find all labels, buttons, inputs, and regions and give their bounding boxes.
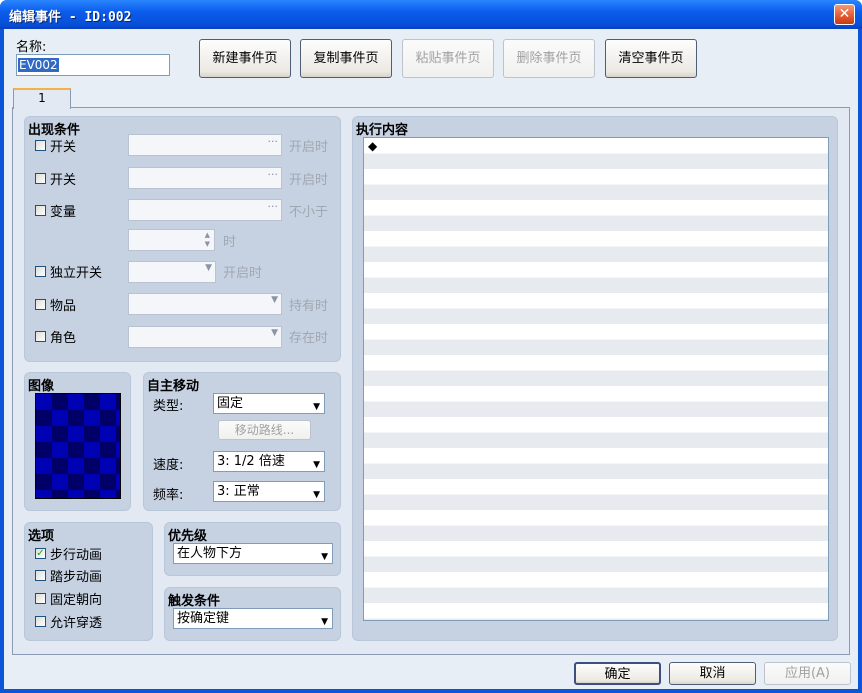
- actor-suffix: 存在时: [289, 331, 329, 346]
- switch1-checkbox[interactable]: [35, 140, 46, 151]
- move-speed-label: 速度:: [153, 458, 184, 473]
- self-switch-checkbox[interactable]: [35, 266, 46, 277]
- variable-label: 变量: [50, 205, 77, 220]
- self-switch-label: 独立开关: [50, 266, 103, 281]
- cancel-button[interactable]: 取消: [669, 662, 756, 685]
- switch2-field[interactable]: ···: [128, 167, 282, 189]
- switch2-suffix: 开启时: [289, 173, 329, 188]
- name-value: EV002: [18, 58, 59, 72]
- variable-field[interactable]: ···: [128, 199, 282, 221]
- copy-page-button[interactable]: 复制事件页: [300, 39, 392, 78]
- name-label: 名称:: [16, 40, 47, 55]
- options-title: 选项: [28, 529, 55, 544]
- options-group: 选项 ✓ 步行动画 踏步动画 固定朝向 允许穿透: [24, 522, 153, 641]
- walk-anim-label: 步行动画: [50, 548, 103, 563]
- priority-title: 优先级: [168, 529, 208, 544]
- switch1-label: 开关: [50, 140, 77, 155]
- item-label: 物品: [50, 299, 77, 314]
- priority-dropdown[interactable]: 在人物下方 ▼: [173, 543, 333, 564]
- trigger-value: 按确定键: [177, 611, 230, 626]
- move-type-dropdown[interactable]: 固定 ▼: [213, 393, 325, 414]
- chevron-down-icon: ▼: [271, 328, 278, 338]
- item-dropdown[interactable]: ▼: [128, 293, 282, 315]
- actor-checkbox[interactable]: [35, 331, 46, 342]
- list-item[interactable]: ◆: [368, 139, 377, 153]
- priority-value: 在人物下方: [177, 546, 243, 561]
- name-input[interactable]: EV002: [16, 54, 170, 76]
- variable-checkbox[interactable]: [35, 205, 46, 216]
- movement-title: 自主移动: [147, 379, 200, 394]
- step-anim-checkbox[interactable]: [35, 570, 46, 581]
- self-switch-suffix: 开启时: [223, 266, 263, 281]
- movement-group: 自主移动 类型: 固定 ▼ 移动路线... 速度: 3: 1/2 倍速 ▼ 频率: …: [143, 372, 341, 511]
- chevron-down-icon: ▼: [321, 617, 328, 627]
- switch2-checkbox[interactable]: [35, 173, 46, 184]
- actor-dropdown[interactable]: ▼: [128, 326, 282, 348]
- close-button[interactable]: ✕: [834, 4, 855, 25]
- dialog-client: 名称: EV002 新建事件页 复制事件页 粘贴事件页 删除事件页 清空事件页 …: [4, 29, 858, 689]
- direction-fix-label: 固定朝向: [50, 593, 103, 608]
- direction-fix-checkbox[interactable]: [35, 593, 46, 604]
- move-type-label: 类型:: [153, 399, 184, 414]
- trigger-dropdown[interactable]: 按确定键 ▼: [173, 608, 333, 629]
- item-checkbox[interactable]: [35, 299, 46, 310]
- conditions-group: 出现条件 开关 ··· 开启时 开关 ··· 开启时 变量 ··· 不小于 ▲ ▼…: [24, 116, 341, 362]
- step-anim-label: 踏步动画: [50, 570, 103, 585]
- move-speed-value: 3: 1/2 倍速: [217, 454, 285, 469]
- switch2-label: 开关: [50, 173, 77, 188]
- chevron-down-icon: ▼: [321, 552, 328, 562]
- switch1-field[interactable]: ···: [128, 134, 282, 156]
- move-route-button[interactable]: 移动路线...: [218, 420, 311, 440]
- chevron-down-icon: ▼: [271, 295, 278, 305]
- through-checkbox[interactable]: [35, 616, 46, 627]
- ellipsis-icon: ···: [267, 200, 279, 213]
- title-bar[interactable]: 编辑事件 - ID:002 ✕: [0, 0, 862, 29]
- trigger-group: 触发条件 按确定键 ▼: [164, 587, 341, 641]
- window-title: 编辑事件 - ID:002: [9, 10, 132, 25]
- self-switch-dropdown[interactable]: ▼: [128, 261, 216, 283]
- contents-title: 执行内容: [356, 123, 409, 138]
- clear-page-button[interactable]: 清空事件页: [605, 39, 697, 78]
- variable-suffix: 不小于: [289, 205, 329, 220]
- ok-button[interactable]: 确定: [574, 662, 661, 685]
- new-page-button[interactable]: 新建事件页: [199, 39, 291, 78]
- contents-list[interactable]: ◆: [363, 137, 829, 621]
- trigger-title: 触发条件: [168, 594, 221, 609]
- image-group: 图像: [24, 372, 131, 511]
- move-freq-dropdown[interactable]: 3: 正常 ▼: [213, 481, 325, 502]
- chevron-down-icon: ▼: [313, 490, 320, 500]
- apply-button[interactable]: 应用(A): [764, 662, 851, 685]
- variable-unit: 时: [223, 235, 237, 250]
- image-title: 图像: [28, 379, 55, 394]
- event-image-preview[interactable]: [35, 393, 121, 499]
- move-freq-label: 频率:: [153, 488, 184, 503]
- ellipsis-icon: ···: [267, 135, 279, 148]
- move-speed-dropdown[interactable]: 3: 1/2 倍速 ▼: [213, 451, 325, 472]
- tab-page-1[interactable]: 1: [13, 88, 71, 109]
- variable-value-spinner[interactable]: ▲ ▼: [128, 229, 215, 251]
- walk-anim-checkbox[interactable]: ✓: [35, 548, 46, 559]
- dialog-window: 编辑事件 - ID:002 ✕ 名称: EV002 新建事件页 复制事件页 粘贴…: [0, 0, 862, 693]
- item-suffix: 持有时: [289, 299, 329, 314]
- through-label: 允许穿透: [50, 616, 103, 631]
- switch1-suffix: 开启时: [289, 140, 329, 155]
- chevron-down-icon: ▼: [205, 263, 212, 273]
- actor-label: 角色: [50, 331, 77, 346]
- move-type-value: 固定: [217, 396, 244, 411]
- spinner-arrows-icon[interactable]: ▲ ▼: [205, 231, 210, 249]
- priority-group: 优先级 在人物下方 ▼: [164, 522, 341, 576]
- delete-page-button[interactable]: 删除事件页: [503, 39, 595, 78]
- move-freq-value: 3: 正常: [217, 484, 260, 499]
- ellipsis-icon: ···: [267, 168, 279, 181]
- chevron-down-icon: ▼: [313, 460, 320, 470]
- chevron-down-icon: ▼: [313, 402, 320, 412]
- paste-page-button[interactable]: 粘贴事件页: [402, 39, 494, 78]
